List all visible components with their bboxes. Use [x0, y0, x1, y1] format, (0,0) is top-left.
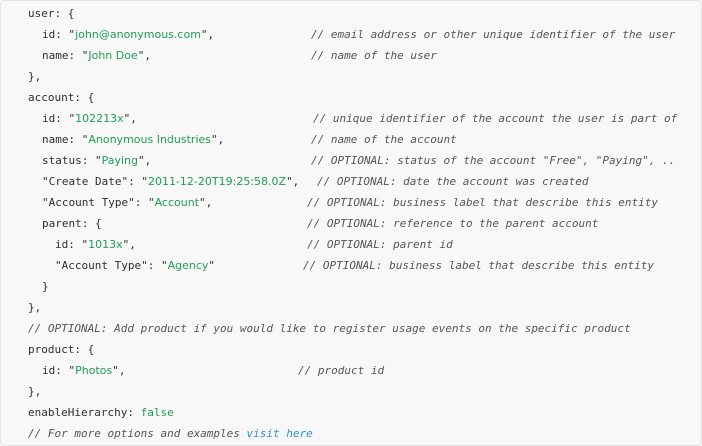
code-punctuation: ",: [199, 196, 213, 209]
code-line-create-date: "Create Date": "2011-12-20T19:25:58.0Z",…: [1, 171, 701, 192]
code-comment: // product id: [298, 364, 385, 377]
code-line-parent-open: parent: { // OPTIONAL: reference to the …: [1, 213, 701, 234]
code-punctuation: ",: [286, 175, 300, 188]
code-line-parent-id: id: "1013x", // OPTIONAL: parent id: [1, 234, 701, 255]
code-line-parent-type: "Account Type": "Agency" // OPTIONAL: bu…: [1, 255, 701, 276]
code-token: },: [28, 385, 42, 398]
code-line-user-id: id: "john@anonymous.com", // email addre…: [1, 24, 701, 45]
code-token: },: [28, 301, 42, 314]
code-comment: // name of the account: [311, 133, 457, 146]
code-line-product-id: id: "Photos", // product id: [1, 360, 701, 381]
code-token: id: "john@anonymous.com",: [42, 24, 214, 45]
code-string-value: John Doe: [88, 49, 138, 62]
code-key: status: ": [42, 154, 102, 167]
code-key: id: ": [42, 112, 76, 125]
code-token: "Create Date": "2011-12-20T19:25:58.0Z",: [42, 171, 299, 192]
code-line-product-open: product: {: [1, 339, 701, 360]
code-comment: // unique identifier of the account the …: [313, 112, 678, 125]
code-key: name: ": [42, 49, 89, 62]
code-line-status: status: "Paying", // OPTIONAL: status of…: [1, 150, 701, 171]
code-line-user-open: user: {: [1, 3, 701, 24]
code-comment: // OPTIONAL: parent id: [307, 238, 453, 251]
code-punctuation: ",: [123, 112, 137, 125]
visit-here-link[interactable]: visit here: [247, 427, 313, 440]
code-token: id: "102213x",: [42, 108, 137, 129]
code-punctuation: ",: [200, 28, 215, 41]
code-token: }: [42, 280, 49, 293]
code-line-account-close: },: [1, 297, 701, 318]
code-line-account-name: name: "Anonymous Industries", // name of…: [1, 129, 701, 150]
code-token: account: {: [28, 91, 95, 104]
code-token: id: "Photos",: [42, 360, 125, 381]
code-string-value: Photos: [75, 364, 113, 377]
code-token: "Account Type": "Account",: [42, 192, 212, 213]
code-string-value: Anonymous Industries: [88, 133, 212, 146]
code-punctuation: ",: [137, 49, 151, 62]
code-comment: // OPTIONAL: date the account was create…: [317, 175, 589, 188]
code-snippet-panel: user: { id: "john@anonymous.com", // ema…: [0, 0, 702, 446]
code-key: id: ": [42, 28, 76, 41]
code-line-account-id: id: "102213x", // unique identifier of t…: [1, 108, 701, 129]
code-line-user-close: },: [1, 66, 701, 87]
code-token: user: {: [28, 7, 75, 20]
code-line-parent-close: }: [1, 276, 701, 297]
code-string-value: 1013x: [88, 238, 123, 251]
code-punctuation: ",: [138, 154, 152, 167]
code-line-account-type: "Account Type": "Account", // OPTIONAL: …: [1, 192, 701, 213]
code-string-value: Account: [154, 196, 200, 209]
code-token: product: {: [28, 343, 95, 356]
code-key: name: ": [42, 133, 89, 146]
code-line-account-open: account: {: [1, 87, 701, 108]
code-comment: // OPTIONAL: reference to the parent acc…: [307, 217, 599, 230]
code-string-value: 2011-12-20T19:25:58.0Z: [147, 175, 287, 188]
code-key: "Create Date": ": [42, 175, 148, 188]
code-token: },: [28, 70, 42, 83]
code-comment: // OPTIONAL: status of the account "Free…: [311, 154, 676, 167]
code-token: status: "Paying",: [42, 150, 151, 171]
code-line-product-close: },: [1, 381, 701, 402]
code-comment: // For more options and examples visit h…: [28, 423, 313, 444]
code-comment: // OPTIONAL: Add product if you would li…: [28, 322, 631, 335]
code-key: enableHierarchy:: [28, 406, 141, 419]
code-token: id: "1013x",: [55, 234, 136, 255]
footer-comment-text: // For more options and examples: [28, 427, 247, 440]
code-comment: // OPTIONAL: business label that describ…: [307, 196, 658, 209]
code-token: name: "John Doe",: [42, 45, 151, 66]
code-comment: // name of the user: [311, 49, 437, 62]
code-string-value: Paying: [101, 154, 139, 167]
code-token: parent: {: [42, 217, 102, 230]
code-line-user-name: name: "John Doe", // name of the user: [1, 45, 701, 66]
code-boolean-value: false: [140, 406, 174, 419]
code-key: "Account Type": ": [55, 259, 168, 272]
code-punctuation: ",: [112, 364, 126, 377]
code-key: id: ": [55, 238, 89, 251]
code-key: "Account Type": ": [42, 196, 155, 209]
code-token: "Account Type": "Agency": [55, 255, 215, 276]
code-punctuation: ",: [211, 133, 225, 146]
code-line-footer: // For more options and examples visit h…: [1, 423, 701, 444]
code-punctuation: ",: [122, 238, 136, 251]
code-punctuation: ": [208, 259, 216, 272]
code-comment: // email address or other unique identif…: [311, 28, 676, 41]
code-string-value: john@anonymous.com: [75, 28, 201, 41]
code-token: enableHierarchy: false: [28, 402, 174, 423]
code-token: name: "Anonymous Industries",: [42, 129, 224, 150]
code-comment: // OPTIONAL: business label that describ…: [303, 259, 654, 272]
code-string-value: Agency: [167, 259, 209, 272]
code-line-product-comment: // OPTIONAL: Add product if you would li…: [1, 318, 701, 339]
code-key: id: ": [42, 364, 76, 377]
code-string-value: 102213x: [75, 112, 124, 125]
code-line-enable-hierarchy: enableHierarchy: false: [1, 402, 701, 423]
